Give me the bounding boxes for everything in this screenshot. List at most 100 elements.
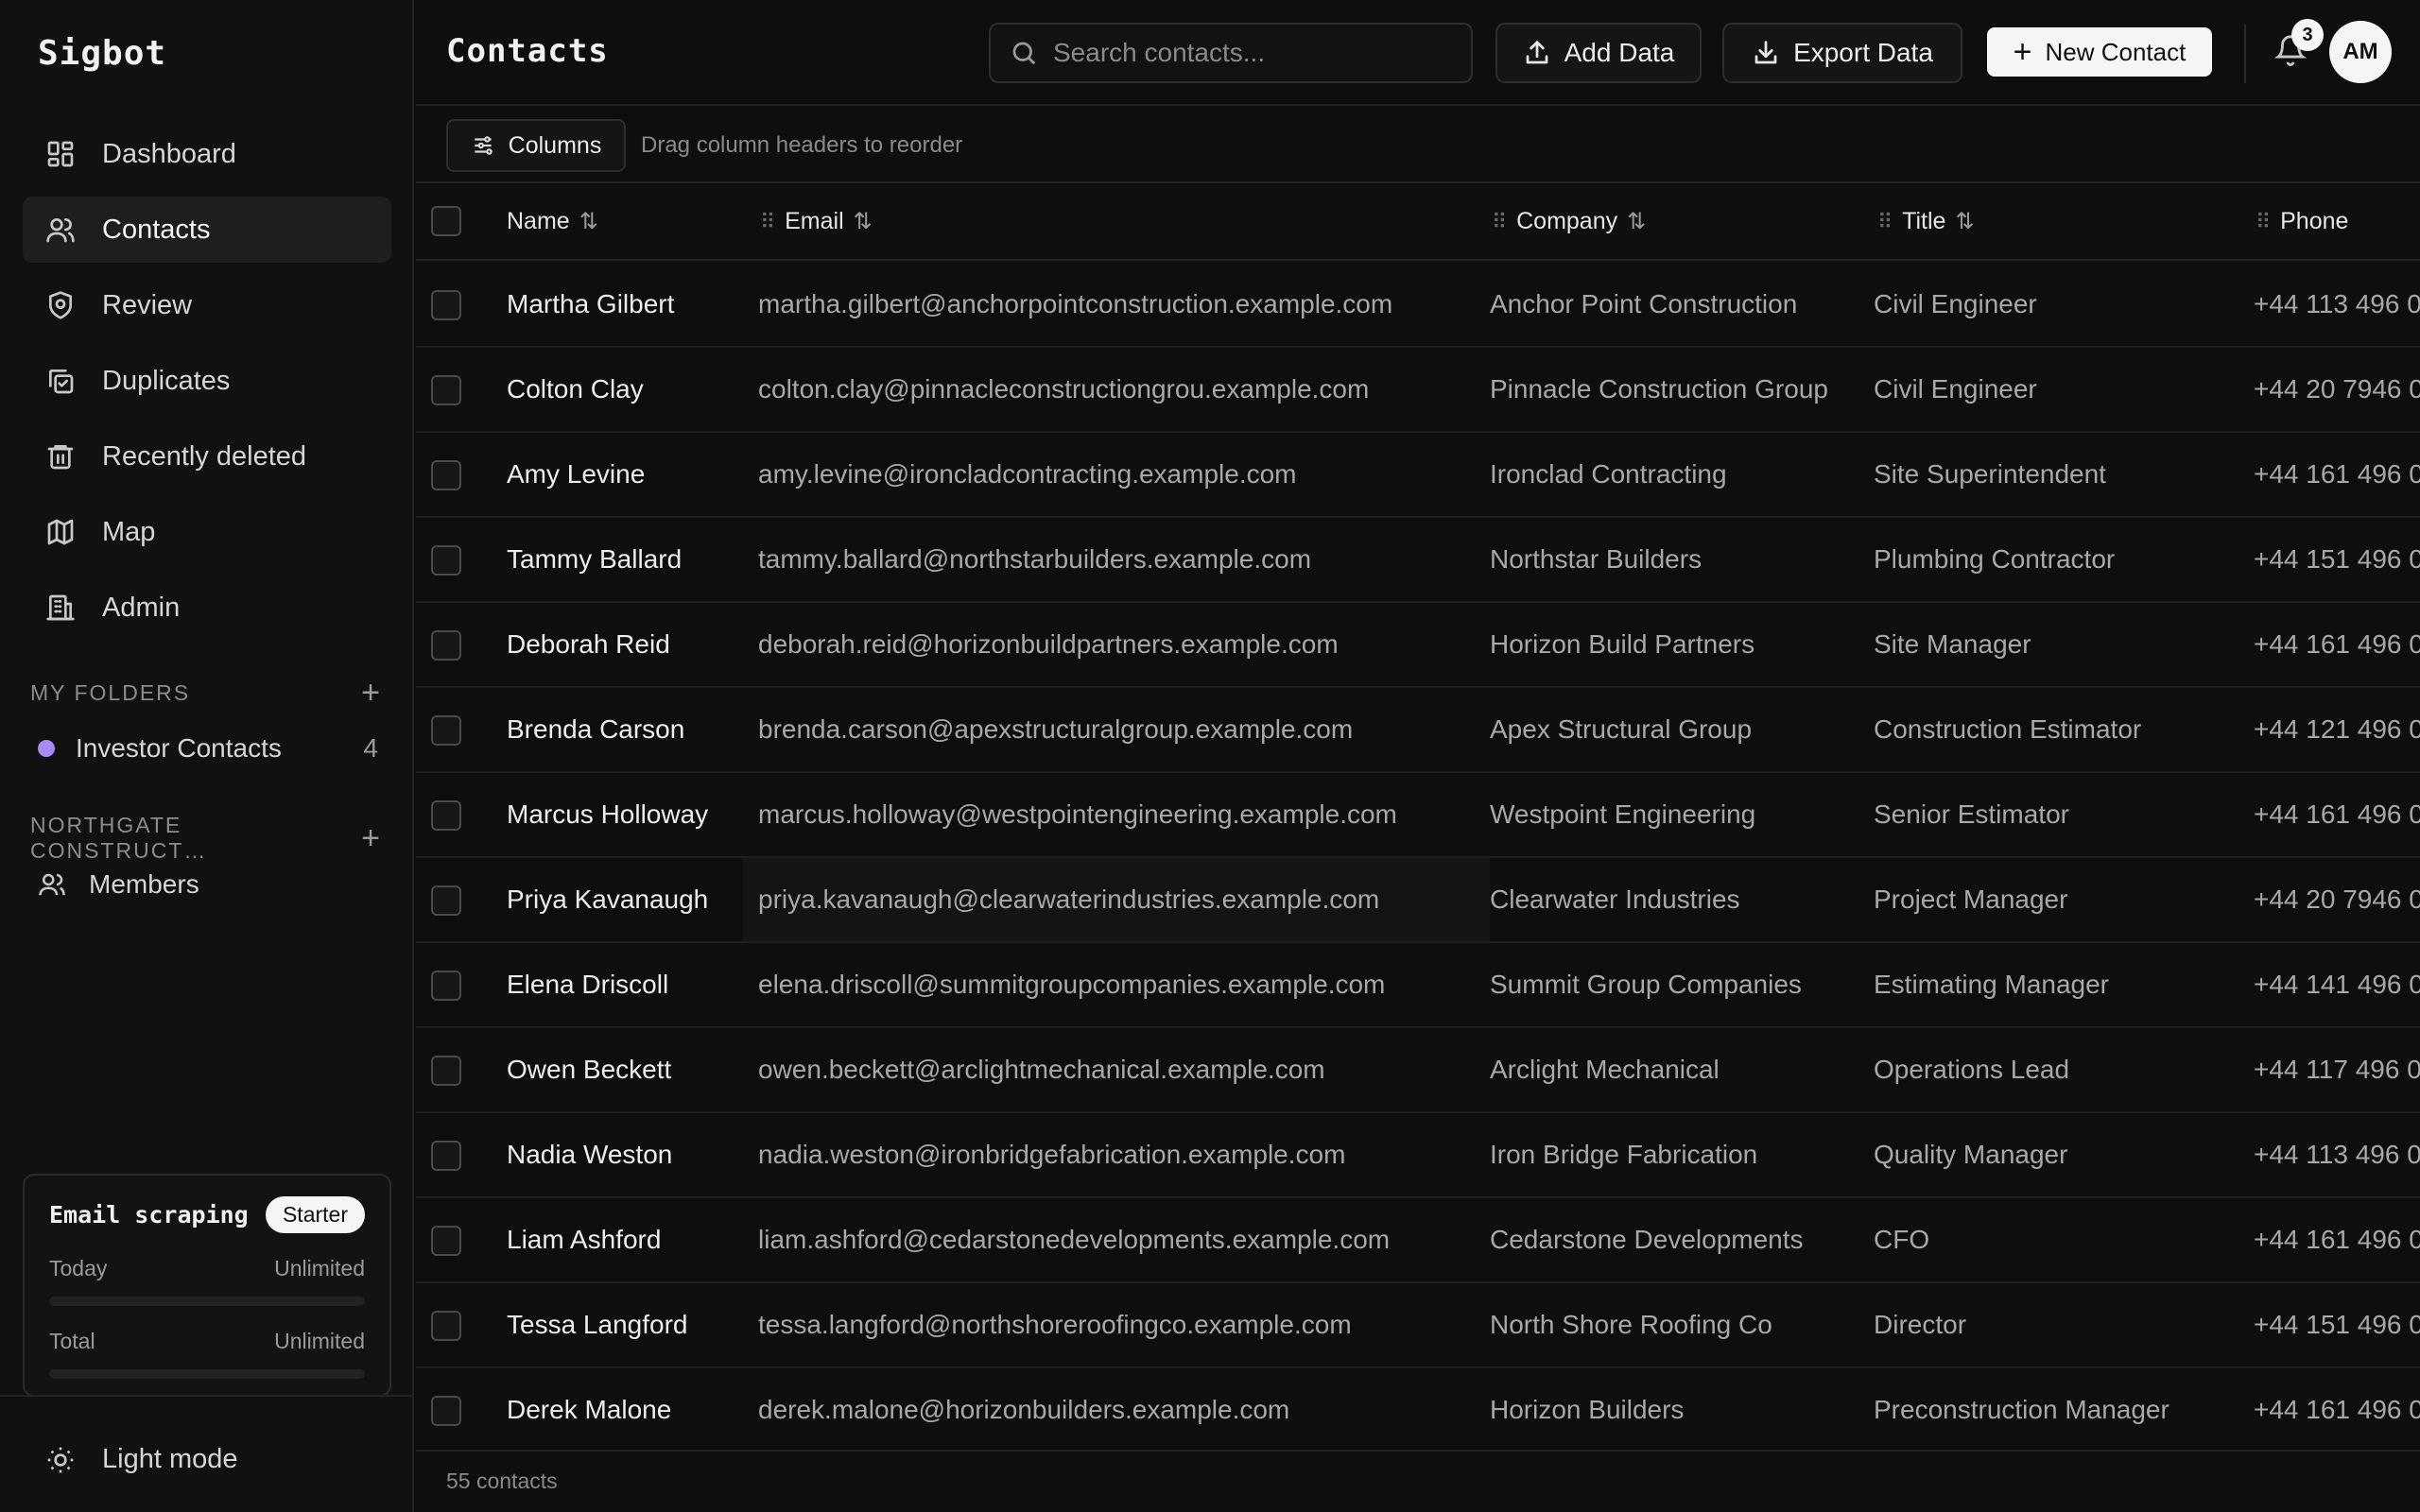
cell-email[interactable]: derek.malone@horizonbuilders.example.com <box>758 1395 1289 1425</box>
cell-title: Site Manager <box>1874 629 2031 659</box>
cell-name[interactable]: Amy Levine <box>507 459 645 490</box>
org-item-members[interactable]: Members <box>38 864 378 905</box>
reorder-hint: Drag column headers to reorder <box>641 132 963 158</box>
sidebar-item-review[interactable]: Review <box>23 272 391 338</box>
contact-count: 55 contacts <box>446 1469 558 1493</box>
column-header-company[interactable]: ⠿ Company ⇅ <box>1492 208 1646 235</box>
cell-email[interactable]: amy.levine@ironcladcontracting.example.c… <box>758 459 1297 490</box>
drag-handle-icon[interactable]: ⠿ <box>1877 210 1893 234</box>
cell-title: Construction Estimator <box>1874 714 2142 744</box>
sidebar-item-dashboard[interactable]: Dashboard <box>23 121 391 187</box>
usage-total-value: Unlimited <box>274 1329 365 1353</box>
row-checkbox[interactable] <box>431 1311 461 1341</box>
table-row[interactable]: Brenda Carson brenda.carson@apexstructura… <box>416 688 2420 773</box>
avatar[interactable]: AM <box>2329 21 2392 83</box>
row-checkbox[interactable] <box>431 460 461 490</box>
row-checkbox[interactable] <box>431 1226 461 1256</box>
select-all-checkbox[interactable] <box>431 206 461 236</box>
cell-name[interactable]: Liam Ashford <box>507 1225 661 1255</box>
column-header-email[interactable]: ⠿ Email ⇅ <box>760 208 873 235</box>
table-row[interactable]: Colton Clay colton.clay@pinnacleconstruct… <box>416 348 2420 433</box>
table-row[interactable]: Amy Levine amy.levine@ironcladcontracting… <box>416 433 2420 518</box>
table-row[interactable]: Owen Beckett owen.beckett@arclightmechani… <box>416 1028 2420 1113</box>
my-folders-heading: MY FOLDERS + <box>30 677 380 709</box>
new-contact-button[interactable]: + New Contact <box>1987 27 2212 77</box>
row-checkbox[interactable] <box>431 885 461 916</box>
column-header-name[interactable]: Name ⇅ <box>507 208 598 235</box>
light-mode-toggle[interactable]: Light mode <box>45 1444 238 1475</box>
add-data-button[interactable]: Add Data <box>1495 23 1702 83</box>
sidebar-item-duplicates[interactable]: Duplicates <box>23 348 391 414</box>
plan-badge[interactable]: Starter <box>265 1196 365 1233</box>
cell-name[interactable]: Brenda Carson <box>507 714 684 745</box>
cell-name[interactable]: Priya Kavanaugh <box>507 885 708 915</box>
search-input[interactable] <box>1053 38 1450 68</box>
cell-name[interactable]: Nadia Weston <box>507 1140 672 1170</box>
table-row[interactable]: Tammy Ballard tammy.ballard@northstarbuil… <box>416 518 2420 603</box>
cell-name[interactable]: Marcus Holloway <box>507 799 708 830</box>
cell-name[interactable]: Colton Clay <box>507 374 644 404</box>
add-folder-plus-icon[interactable]: + <box>361 677 380 709</box>
export-data-button[interactable]: Export Data <box>1722 23 1962 83</box>
table-row[interactable]: Liam Ashford liam.ashford@cedarstonedevel… <box>416 1198 2420 1283</box>
cell-email[interactable]: nadia.weston@ironbridgefabrication.examp… <box>758 1140 1345 1170</box>
folder-item-investor-contacts[interactable]: Investor Contacts 4 <box>38 728 378 769</box>
cell-name[interactable]: Derek Malone <box>507 1395 671 1425</box>
cell-email[interactable]: marcus.holloway@westpointengineering.exa… <box>758 799 1397 830</box>
sidebar-item-contacts[interactable]: Contacts <box>23 197 391 263</box>
drag-handle-icon[interactable]: ⠿ <box>1492 210 1507 234</box>
sort-icon[interactable]: ⇅ <box>854 208 873 235</box>
row-checkbox[interactable] <box>431 971 461 1001</box>
search-box[interactable] <box>989 23 1473 83</box>
cell-email[interactable]: elena.driscoll@summitgroupcompanies.exam… <box>758 970 1385 1000</box>
table-row[interactable]: Nadia Weston nadia.weston@ironbridgefabri… <box>416 1113 2420 1198</box>
sort-icon[interactable]: ⇅ <box>579 208 598 235</box>
cell-email[interactable]: tammy.ballard@northstarbuilders.example.… <box>758 544 1311 575</box>
cell-name[interactable]: Tessa Langford <box>507 1310 687 1340</box>
row-checkbox[interactable] <box>431 290 461 320</box>
add-org-item-plus-icon[interactable]: + <box>361 822 380 854</box>
app-logo[interactable]: Sigbot <box>38 34 166 73</box>
table-row[interactable]: Priya Kavanaugh priya.kavanaugh@clearwate… <box>416 858 2420 943</box>
cell-name[interactable]: Tammy Ballard <box>507 544 682 575</box>
map-icon <box>43 515 78 549</box>
row-checkbox[interactable] <box>431 375 461 405</box>
table-row[interactable]: Derek Malone derek.malone@horizonbuilders… <box>416 1368 2420 1450</box>
sort-icon[interactable]: ⇅ <box>1955 208 1974 235</box>
upload-icon <box>1526 41 1547 64</box>
row-checkbox[interactable] <box>431 1141 461 1171</box>
cell-name[interactable]: Elena Driscoll <box>507 970 668 1000</box>
row-checkbox[interactable] <box>431 545 461 576</box>
cell-company: North Shore Roofing Co <box>1490 1310 1772 1339</box>
table-row[interactable]: Tessa Langford tessa.langford@northshorer… <box>416 1283 2420 1368</box>
cell-email[interactable]: martha.gilbert@anchorpointconstruction.e… <box>758 289 1392 319</box>
cell-name[interactable]: Owen Beckett <box>507 1055 671 1085</box>
column-header-title[interactable]: ⠿ Title ⇅ <box>1877 208 1975 235</box>
sidebar-item-admin[interactable]: Admin <box>23 575 391 641</box>
sidebar-item-recently-deleted[interactable]: Recently deleted <box>23 423 391 490</box>
sort-icon[interactable]: ⇅ <box>1627 208 1646 235</box>
table-row[interactable]: Elena Driscoll elena.driscoll@summitgroup… <box>416 943 2420 1028</box>
drag-handle-icon[interactable]: ⠿ <box>760 210 775 234</box>
cell-email[interactable]: owen.beckett@arclightmechanical.example.… <box>758 1055 1325 1085</box>
cell-email[interactable]: deborah.reid@horizonbuildpartners.exampl… <box>758 629 1339 660</box>
table-row[interactable]: Martha Gilbert martha.gilbert@anchorpoint… <box>416 263 2420 348</box>
table-row[interactable]: Deborah Reid deborah.reid@horizonbuildpar… <box>416 603 2420 688</box>
row-checkbox[interactable] <box>431 715 461 746</box>
cell-email[interactable]: liam.ashford@cedarstonedevelopments.exam… <box>758 1225 1390 1255</box>
cell-email[interactable]: tessa.langford@northshoreroofingco.examp… <box>758 1310 1352 1340</box>
row-checkbox[interactable] <box>431 800 461 831</box>
row-checkbox[interactable] <box>431 630 461 661</box>
sidebar-item-map[interactable]: Map <box>23 499 391 565</box>
cell-email[interactable]: brenda.carson@apexstructuralgroup.exampl… <box>758 714 1353 745</box>
cell-email[interactable]: priya.kavanaugh@clearwaterindustries.exa… <box>758 885 1379 915</box>
column-header-phone[interactable]: ⠿ Phone <box>2256 208 2348 235</box>
drag-handle-icon[interactable]: ⠿ <box>2256 210 2271 234</box>
row-checkbox[interactable] <box>431 1396 461 1426</box>
columns-button[interactable]: Columns <box>446 119 626 172</box>
row-checkbox[interactable] <box>431 1056 461 1086</box>
cell-name[interactable]: Martha Gilbert <box>507 289 674 319</box>
cell-name[interactable]: Deborah Reid <box>507 629 670 660</box>
cell-email[interactable]: colton.clay@pinnacleconstructiongrou.exa… <box>758 374 1369 404</box>
table-row[interactable]: Marcus Holloway marcus.holloway@westpoint… <box>416 773 2420 858</box>
